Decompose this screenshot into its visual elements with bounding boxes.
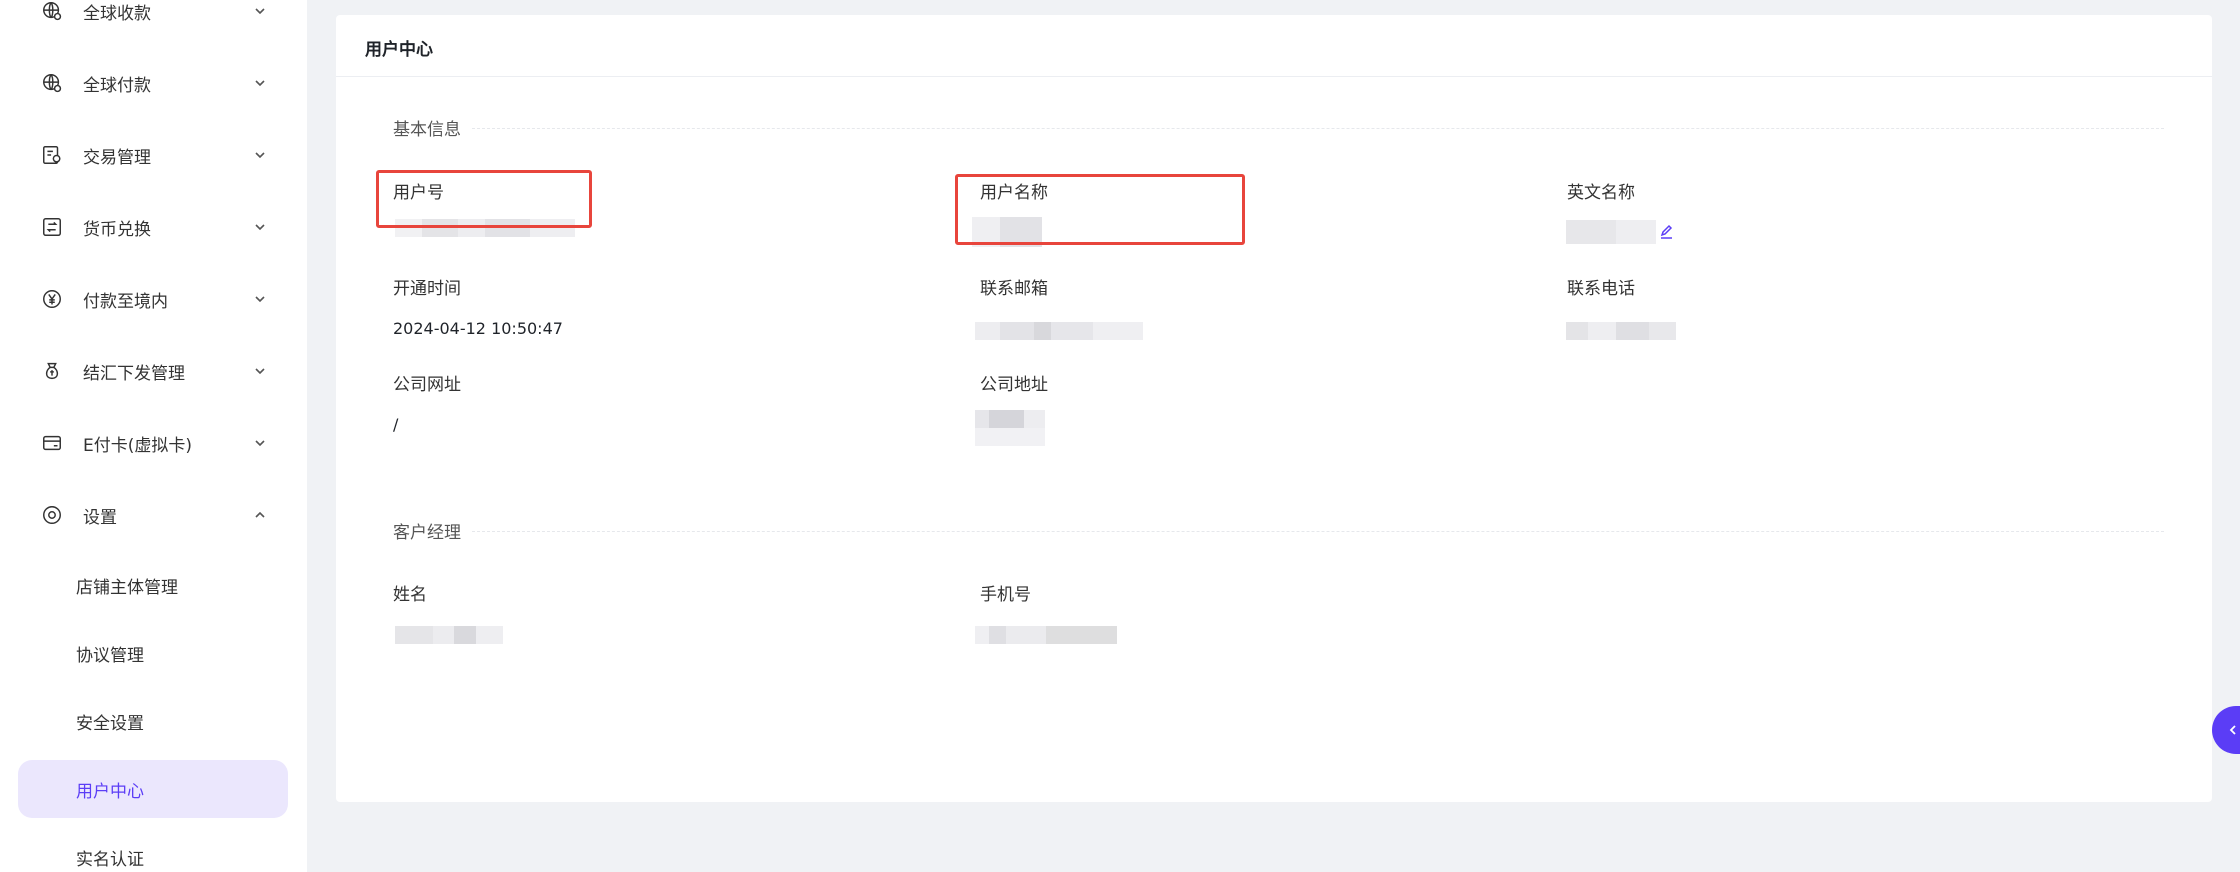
card-header: 用户中心 (336, 15, 2212, 77)
currency-exchange-icon (40, 215, 64, 239)
globe-receive-icon (40, 0, 64, 23)
chevron-up-icon (252, 507, 268, 523)
sidebar-subitem-real-name[interactable]: 实名认证 (18, 828, 288, 872)
chevron-down-icon (252, 435, 268, 451)
field-value-address-redacted (975, 410, 1045, 446)
sidebar-item-label: 全球付款 (83, 75, 151, 96)
money-bag-icon (40, 359, 64, 383)
sidebar-item-label: 付款至境内 (83, 291, 168, 312)
sidebar-subitem-agreements[interactable]: 协议管理 (18, 624, 288, 682)
sidebar-item-label: 全球收款 (83, 3, 151, 24)
sidebar-subitem-label: 店铺主体管理 (76, 577, 178, 598)
chevron-down-icon (252, 147, 268, 163)
field-label-phone: 联系电话 (1567, 279, 1635, 299)
sidebar-item-transactions[interactable]: 交易管理 (0, 127, 307, 183)
field-label-open-time: 开通时间 (393, 279, 461, 299)
collapse-panel-button[interactable] (2212, 706, 2240, 754)
sidebar-item-pay-domestic[interactable]: 付款至境内 (0, 271, 307, 327)
sidebar-item-settlement[interactable]: 结汇下发管理 (0, 343, 307, 399)
highlight-box-user-id (376, 170, 592, 228)
chevron-down-icon (252, 75, 268, 91)
field-label-english-name: 英文名称 (1567, 183, 1635, 203)
globe-pay-icon (40, 71, 64, 95)
chevron-down-icon (252, 3, 268, 19)
sidebar-subitem-security[interactable]: 安全设置 (18, 692, 288, 750)
settings-icon (40, 503, 64, 527)
field-label-website: 公司网址 (393, 375, 461, 395)
page-title: 用户中心 (365, 40, 433, 60)
chevron-down-icon (252, 219, 268, 235)
field-value-email-redacted (975, 322, 1143, 340)
field-value-website: / (393, 415, 399, 434)
chevron-down-icon (252, 291, 268, 307)
sidebar: 全球收款 全球付款 交易管理 货币兑换 付款至境内 结汇下发管理 E付卡(虚拟卡… (0, 0, 307, 872)
field-label-manager-name: 姓名 (393, 585, 427, 605)
sidebar-subitem-user-center[interactable]: 用户中心 (18, 760, 288, 818)
sidebar-subitem-store-entity[interactable]: 店铺主体管理 (18, 556, 288, 614)
chevron-left-icon (2229, 725, 2236, 735)
sidebar-subitem-label: 用户中心 (76, 781, 144, 802)
chevron-down-icon (252, 363, 268, 379)
edit-icon[interactable] (1658, 222, 1676, 240)
field-value-phone-redacted (1566, 322, 1676, 340)
section-title-basic-info: 基本信息 (393, 120, 461, 140)
sidebar-item-label: 交易管理 (83, 147, 151, 168)
sidebar-item-global-pay[interactable]: 全球付款 (0, 55, 307, 111)
card-icon (40, 431, 64, 455)
sidebar-item-global-receive[interactable]: 全球收款 (0, 0, 307, 39)
sidebar-item-label: E付卡(虚拟卡) (83, 435, 193, 456)
field-label-manager-mobile: 手机号 (980, 585, 1031, 605)
sidebar-subitem-label: 实名认证 (76, 849, 144, 870)
section-title-account-manager: 客户经理 (393, 523, 461, 543)
sidebar-subitem-label: 安全设置 (76, 713, 144, 734)
field-value-manager-name-redacted (395, 626, 503, 644)
section-divider (472, 128, 2164, 129)
sidebar-subitem-label: 协议管理 (76, 645, 144, 666)
sidebar-item-currency-exchange[interactable]: 货币兑换 (0, 199, 307, 255)
field-label-email: 联系邮箱 (980, 279, 1048, 299)
field-value-english-name-redacted (1566, 220, 1656, 244)
field-value-manager-mobile-redacted (975, 626, 1117, 644)
field-label-address: 公司地址 (980, 375, 1048, 395)
user-center-card: 用户中心 基本信息 用户号 用户名称 英文名称 开通时间 2024-04-12 … (336, 15, 2212, 802)
sidebar-item-label: 设置 (83, 507, 117, 528)
sidebar-item-settings[interactable]: 设置 (0, 487, 307, 543)
section-divider (472, 531, 2164, 532)
sidebar-item-virtual-card[interactable]: E付卡(虚拟卡) (0, 415, 307, 471)
highlight-box-user-name (955, 174, 1245, 245)
field-value-open-time: 2024-04-12 10:50:47 (393, 319, 563, 338)
sidebar-item-label: 货币兑换 (83, 219, 151, 240)
yuan-icon (40, 287, 64, 311)
sidebar-item-label: 结汇下发管理 (83, 363, 185, 384)
transaction-icon (40, 143, 64, 167)
